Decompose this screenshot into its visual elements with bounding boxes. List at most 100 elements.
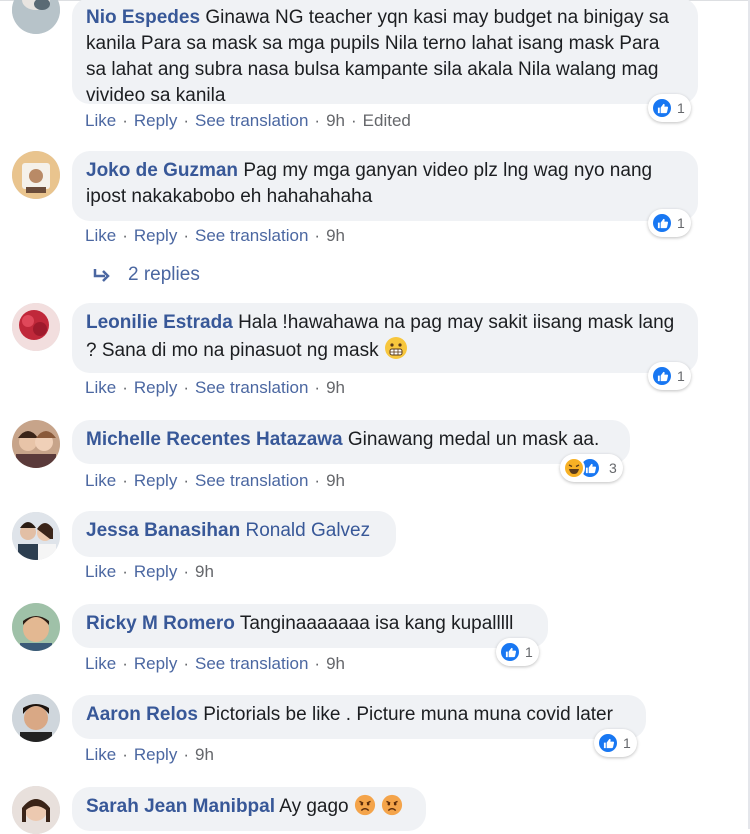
timestamp[interactable]: 9h <box>195 562 214 581</box>
timestamp[interactable]: 9h <box>326 654 345 673</box>
separator: · <box>122 654 128 673</box>
like-reaction-icon <box>651 212 673 234</box>
comment-author[interactable]: Nio Espedes <box>86 7 200 28</box>
reaction-count: 1 <box>677 215 685 231</box>
timestamp[interactable]: 9h <box>326 471 345 490</box>
see-translation-link[interactable]: See translation <box>195 111 308 130</box>
separator: · <box>314 226 321 245</box>
separator: · <box>314 471 321 490</box>
comment-bubble: Nio Espedes Ginawa NG teacher yqn kasi m… <box>72 0 698 106</box>
separator: · <box>314 654 321 673</box>
reply-link[interactable]: Reply <box>134 745 177 764</box>
like-link[interactable]: Like <box>85 654 116 673</box>
reaction-count: 1 <box>677 368 685 384</box>
comment-actions: Like · Reply · 9h <box>85 562 214 582</box>
comment-author[interactable]: Sarah Jean Manibpal <box>86 796 275 817</box>
comment-bubble: Michelle Recentes Hatazawa Ginawang meda… <box>72 420 630 464</box>
reply-link[interactable]: Reply <box>134 378 177 397</box>
avatar[interactable] <box>12 303 60 351</box>
replies-count-label[interactable]: 2 replies <box>128 264 200 286</box>
avatar[interactable] <box>12 786 60 834</box>
reaction-summary[interactable]: 1 <box>594 729 637 757</box>
comment-text: Ay gago <box>279 796 349 817</box>
separator: · <box>122 471 128 490</box>
comment-author[interactable]: Aaron Relos <box>86 704 198 725</box>
timestamp[interactable]: 9h <box>326 226 345 245</box>
comment-actions: Like · Reply · 9h <box>85 745 214 765</box>
comment-bubble: Joko de Guzman Pag my mga ganyan video p… <box>72 151 698 221</box>
like-link[interactable]: Like <box>85 111 116 130</box>
separator: · <box>122 226 128 245</box>
comment-bubble: Ricky M Romero Tanginaaaaaaa isa kang ku… <box>72 604 548 648</box>
angry-face-emoji-icon <box>382 794 403 816</box>
comment-author[interactable]: Ricky M Romero <box>86 613 235 634</box>
separator: · <box>122 562 128 581</box>
reply-link[interactable]: Reply <box>134 226 177 245</box>
like-link[interactable]: Like <box>85 378 116 397</box>
see-translation-link[interactable]: See translation <box>195 226 308 245</box>
avatar[interactable] <box>12 512 60 560</box>
separator: · <box>314 111 321 130</box>
comment-actions: Like · Reply · See translation · 9h <box>85 378 345 398</box>
comment-text: Ginawang medal un mask aa. <box>347 429 600 450</box>
comment-bubble: Leonilie Estrada Hala !hawahawa na pag m… <box>72 303 698 373</box>
comment-actions: Like · Reply · See translation · 9h · Edited <box>85 111 411 131</box>
separator: · <box>314 378 321 397</box>
reaction-count: 1 <box>677 100 685 116</box>
see-translation-link[interactable]: See translation <box>195 378 308 397</box>
comment-author[interactable]: Leonilie Estrada <box>86 312 233 333</box>
separator: · <box>183 562 189 581</box>
comment-bubble: Jessa Banasihan Ronald Galvez <box>72 511 396 557</box>
angry-face-emoji-icon <box>354 794 376 816</box>
like-link[interactable]: Like <box>85 471 116 490</box>
reply-link[interactable]: Reply <box>134 471 177 490</box>
like-link[interactable]: Like <box>85 562 116 581</box>
like-reaction-icon <box>499 641 521 663</box>
comment-author[interactable]: Michelle Recentes Hatazawa <box>86 429 343 450</box>
edited-label[interactable]: Edited <box>363 111 411 130</box>
separator: · <box>122 378 128 397</box>
comment-author[interactable]: Jessa Banasihan <box>86 520 240 541</box>
avatar[interactable] <box>12 0 60 34</box>
comment-author[interactable]: Joko de Guzman <box>86 160 238 181</box>
avatar[interactable] <box>12 694 60 742</box>
see-translation-link[interactable]: See translation <box>195 471 308 490</box>
comment-actions: Like · Reply · See translation · 9h <box>85 471 345 491</box>
view-replies-link[interactable]: 2 replies <box>92 264 200 286</box>
timestamp[interactable]: 9h <box>326 378 345 397</box>
timestamp[interactable]: 9h <box>326 111 345 130</box>
separator: · <box>183 471 189 490</box>
reaction-count: 1 <box>623 735 631 751</box>
see-translation-link[interactable]: See translation <box>195 654 308 673</box>
reply-link[interactable]: Reply <box>134 654 177 673</box>
separator: · <box>183 111 189 130</box>
reaction-summary[interactable]: 1 <box>648 94 691 122</box>
reaction-summary[interactable]: 1 <box>496 638 539 666</box>
reaction-summary[interactable]: 1 <box>648 362 691 390</box>
comment-bubble: Sarah Jean Manibpal Ay gago <box>72 787 426 831</box>
comment-text: Pictorials be like . Picture muna muna c… <box>203 704 613 725</box>
like-reaction-icon <box>651 365 673 387</box>
reply-link[interactable]: Reply <box>134 111 177 130</box>
reaction-summary[interactable]: 3 <box>560 454 623 482</box>
reaction-count: 1 <box>525 644 533 660</box>
avatar[interactable] <box>12 420 60 468</box>
mentioned-user-tag[interactable]: Ronald Galvez <box>245 520 370 541</box>
haha-reaction-icon <box>563 457 585 479</box>
like-reaction-icon <box>597 732 619 754</box>
comment-text: Tanginaaaaaaa isa kang kupalllll <box>239 613 514 634</box>
separator: · <box>183 745 189 764</box>
separator: · <box>122 745 128 764</box>
reaction-summary[interactable]: 1 <box>648 209 691 237</box>
reply-link[interactable]: Reply <box>134 562 177 581</box>
comment-actions: Like · Reply · See translation · 9h <box>85 226 345 246</box>
like-reaction-icon <box>651 97 673 119</box>
avatar[interactable] <box>12 151 60 199</box>
reaction-count: 3 <box>609 460 617 476</box>
timestamp[interactable]: 9h <box>195 745 214 764</box>
like-link[interactable]: Like <box>85 745 116 764</box>
reply-arrow-icon <box>93 269 110 282</box>
avatar[interactable] <box>12 603 60 651</box>
separator: · <box>351 111 357 130</box>
like-link[interactable]: Like <box>85 226 116 245</box>
